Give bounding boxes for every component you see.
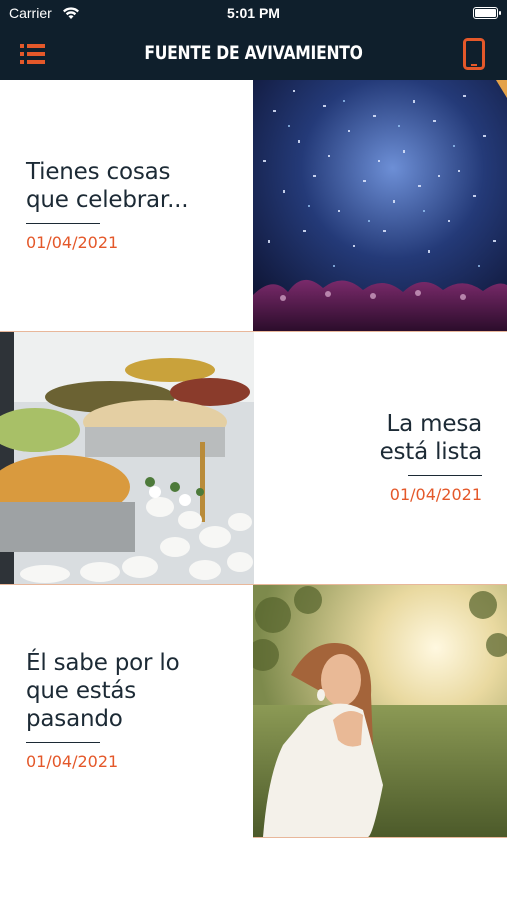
status-bar: Carrier 5:01 PM — [0, 0, 507, 28]
article-title-line: que celebrar... — [26, 187, 189, 213]
article-text-3: Él sabe por lo que estás pasando 01/04/2… — [0, 585, 253, 837]
article-text-1: Tienes cosas que celebrar... 01/04/2021 — [0, 80, 253, 332]
smartphone-icon[interactable] — [463, 38, 485, 70]
nav-bar: FUENTE DE AVIVAMIENTO — [0, 28, 507, 80]
confetti-concert-photo — [253, 80, 507, 332]
clock: 5:01 PM — [227, 5, 280, 21]
article-title-line: La mesa — [386, 411, 483, 437]
article-title: La mesa está lista — [379, 410, 483, 466]
buffet-illustration — [0, 332, 254, 584]
article-title-line: Él sabe por lo — [26, 650, 180, 676]
praying-illustration — [253, 585, 507, 837]
article-date: 01/04/2021 — [26, 233, 119, 252]
article-card-1[interactable]: Tienes cosas que celebrar... 01/04/2021 — [0, 80, 507, 332]
article-title-line: pasando — [26, 706, 123, 732]
buffet-table-photo — [0, 332, 254, 584]
article-title-line: que estás — [26, 678, 137, 704]
menu-list-icon[interactable] — [18, 40, 48, 68]
article-card-2[interactable]: La mesa está lista 01/04/2021 — [0, 332, 507, 584]
article-card-3[interactable]: Él sabe por lo que estás pasando 01/04/2… — [0, 585, 507, 837]
title-divider — [26, 223, 100, 224]
confetti-illustration — [253, 80, 507, 332]
article-text-2: La mesa está lista 01/04/2021 — [254, 332, 507, 584]
article-title: Él sabe por lo que estás pasando — [26, 649, 180, 733]
article-title-line: está lista — [379, 439, 483, 465]
article-title: Tienes cosas que celebrar... — [26, 158, 189, 214]
title-divider — [408, 475, 482, 476]
battery-icon — [473, 7, 501, 19]
article-title-line: Tienes cosas — [26, 159, 171, 185]
article-date: 01/04/2021 — [26, 752, 119, 771]
title-divider — [26, 742, 100, 743]
article-date: 01/04/2021 — [389, 485, 482, 504]
card-separator — [253, 837, 507, 838]
woman-praying-photo — [253, 585, 507, 837]
app-title: FUENTE DE AVIVAMIENTO — [144, 42, 363, 64]
